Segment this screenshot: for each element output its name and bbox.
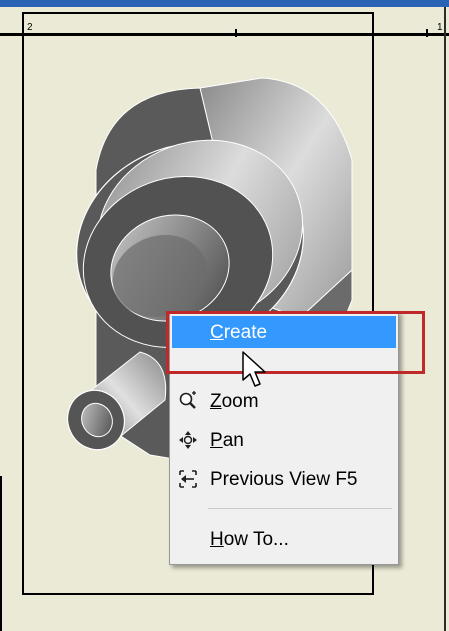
- menu-item-label: Previous View F5: [210, 469, 358, 490]
- mouse-pointer-icon: [242, 351, 266, 387]
- menu-item-previous-view[interactable]: Previous View F5: [172, 463, 396, 495]
- pan-icon: [178, 430, 198, 450]
- menu-item-pan[interactable]: Pan: [172, 424, 396, 456]
- callout-highlight-frame: [166, 311, 425, 374]
- zoom-icon: [178, 391, 198, 411]
- menu-separator: [208, 508, 392, 509]
- menu-item-how-to[interactable]: How To...: [172, 523, 396, 555]
- menu-item-label: How To...: [210, 529, 289, 550]
- menu-item-zoom[interactable]: Zoom: [172, 385, 396, 417]
- previous-view-icon: [178, 469, 198, 489]
- menu-item-label: Pan: [210, 430, 244, 451]
- menu-item-label: Zoom: [210, 391, 259, 412]
